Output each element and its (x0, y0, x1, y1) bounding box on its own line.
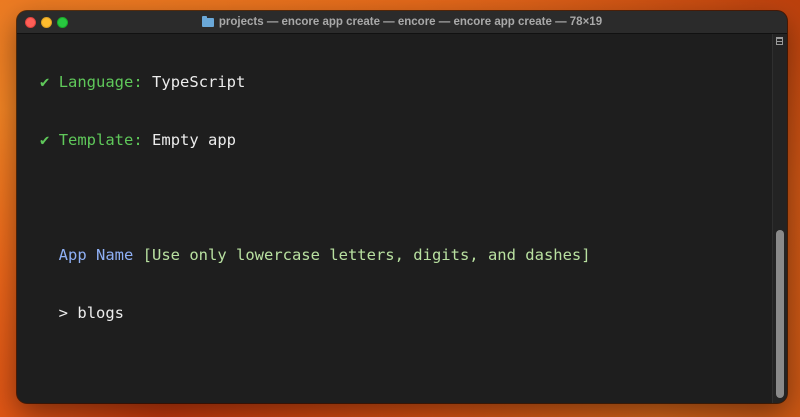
language-line: ✔ Language: TypeScript (40, 73, 773, 92)
terminal-window: projects — encore app create — encore — … (17, 11, 787, 403)
app-name-label: App Name (58, 246, 134, 265)
language-label: Language: (58, 73, 143, 92)
prompt-caret: > (58, 303, 69, 322)
template-line: ✔ Template: Empty app (40, 131, 773, 150)
window-title-text: projects — encore app create — encore — … (218, 16, 603, 28)
vertical-scrollbar[interactable] (772, 34, 787, 403)
terminal-output[interactable]: ✔ Language: TypeScript ✔ Template: Empty… (17, 34, 773, 403)
title-bar[interactable]: projects — encore app create — encore — … (17, 11, 787, 34)
checkmark-icon: ✔ (40, 73, 50, 92)
template-label: Template: (58, 131, 143, 149)
app-name-input[interactable]: blogs (77, 304, 124, 322)
app-name-prompt: App Name [Use only lowercase letters, di… (40, 246, 773, 265)
input-line[interactable]: > blogs (40, 304, 773, 323)
folder-icon (201, 15, 214, 27)
scrollbar-menu-icon[interactable] (776, 37, 783, 45)
scrollbar-thumb[interactable] (776, 230, 784, 398)
checkmark-icon: ✔ (40, 131, 50, 149)
language-value: TypeScript (152, 73, 246, 92)
window-title: projects — encore app create — encore — … (17, 11, 787, 33)
template-value: Empty app (152, 131, 237, 149)
app-name-hint: [Use only lowercase letters, digits, and… (142, 246, 591, 265)
